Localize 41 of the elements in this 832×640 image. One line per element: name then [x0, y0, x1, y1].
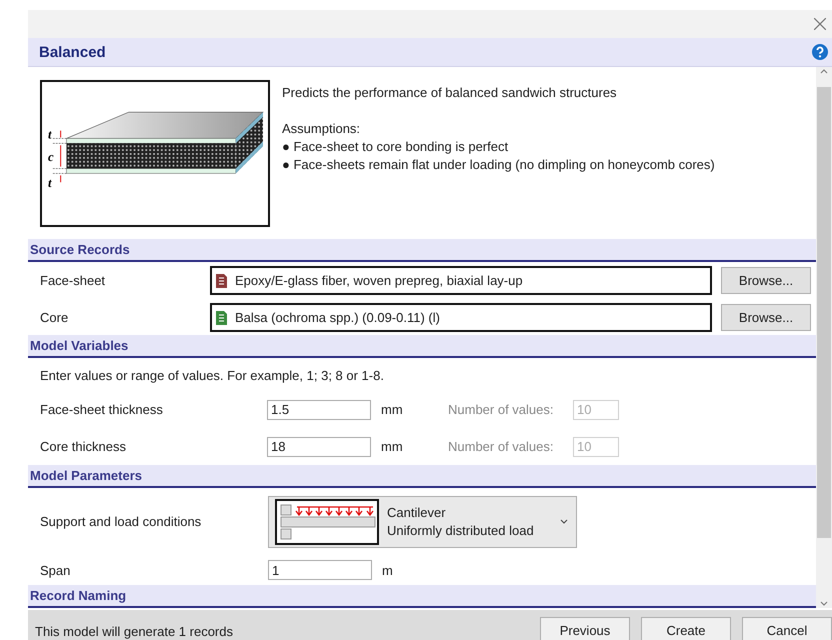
- scrollbar-thumb[interactable]: [817, 87, 831, 538]
- footer-button[interactable]: Create: [641, 617, 731, 640]
- value-field[interactable]: 1: [268, 560, 372, 580]
- unit-label: mm: [380, 439, 404, 454]
- field-label: Core thickness: [40, 439, 127, 454]
- cantilever-load-icon: [275, 498, 379, 545]
- footer-button[interactable]: Cancel: [742, 617, 832, 640]
- description-text: Predicts the performance of balanced sandwich structures: [282, 84, 618, 102]
- dialog-title: Balanced: [39, 44, 106, 60]
- assumption-item: ● Face-sheets remain flat under loading (no dimpling on honeycomb cores): [282, 156, 715, 174]
- document-icon: [216, 310, 227, 325]
- unit-label: mm: [380, 402, 404, 418]
- section-header: Record Naming: [30, 588, 126, 604]
- dimension-label: t: [48, 127, 52, 142]
- field-label: Span: [40, 562, 72, 578]
- assumptions-heading: Assumptions:: [282, 120, 362, 138]
- section-header: Model Parameters: [30, 468, 142, 483]
- dimension-label: c: [48, 150, 54, 164]
- field-label: Face-sheet: [40, 272, 106, 288]
- unit-label: m: [381, 562, 394, 578]
- footer-button[interactable]: Previous: [540, 617, 630, 640]
- browse-button[interactable]: Browse...: [721, 266, 811, 294]
- document-icon: [216, 272, 227, 288]
- count-label: Number of values:: [448, 439, 554, 454]
- dimension-label: t: [48, 176, 52, 190]
- count-label: Number of values:: [448, 402, 554, 418]
- chevron-down-icon: [560, 518, 568, 525]
- status-message: This model will generate 1 records: [35, 623, 234, 639]
- field-label: Core: [40, 310, 70, 325]
- field-label: Face-sheet thickness: [40, 402, 164, 418]
- field-label: Support and load conditions: [40, 514, 202, 530]
- hint-text: Enter values or range of values. For example, 1; 3; 8 or 1-8.: [39, 367, 385, 386]
- section-header: Model Variables: [30, 338, 128, 354]
- support-dropdown[interactable]: Cantilever Uniformly distributed load: [268, 496, 577, 548]
- assumption-item: ● Face-sheet to core bonding is perfect: [282, 138, 510, 156]
- record-field[interactable]: Balsa (ochroma spp.) (0.09-0.11) (l): [210, 302, 712, 332]
- record-field[interactable]: Epoxy/E-glass fiber, woven prepreg, biaxial lay-up: [210, 266, 712, 295]
- browse-button[interactable]: Browse...: [721, 304, 811, 331]
- close-icon[interactable]: [814, 18, 826, 30]
- section-header: Source Records: [30, 242, 130, 258]
- help-icon[interactable]: [812, 44, 828, 60]
